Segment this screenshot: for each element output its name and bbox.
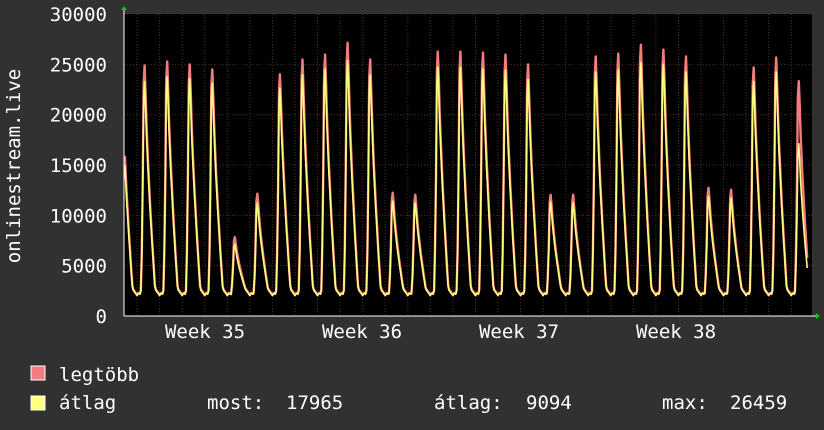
y-tick-label: 10000 <box>50 205 107 227</box>
y-axis-title: onlinestream.live <box>3 69 25 263</box>
stat-current-label: most: <box>207 392 264 414</box>
stat-avg-label: átlag: <box>434 392 503 414</box>
x-tick-label: Week 36 <box>322 321 402 343</box>
x-axis-arrow <box>816 313 820 319</box>
legend-label-max: legtöbb <box>59 364 139 386</box>
y-tick-label: 30000 <box>50 4 107 26</box>
y-tick-labels: 0 5000 10000 15000 20000 25000 30000 <box>50 4 107 328</box>
stat-max-label: max: <box>662 392 708 414</box>
y-tick-label: 0 <box>96 306 107 328</box>
legend-swatch-max <box>30 365 46 381</box>
y-tick-label: 25000 <box>50 54 107 76</box>
stat-current-value: 17965 <box>286 392 343 414</box>
legend-swatch-avg <box>30 395 46 411</box>
x-tick-label: Week 35 <box>165 321 245 343</box>
legend-label-avg: átlag <box>59 392 116 414</box>
x-tick-label: Week 37 <box>479 321 559 343</box>
chart: 050001000015000200002500030000 Week 35 We… <box>3 4 820 414</box>
stat-max-value: 26459 <box>730 392 787 414</box>
y-tick-label: 5000 <box>61 256 107 278</box>
y-tick-label: 20000 <box>50 105 107 127</box>
stat-avg-value: 9094 <box>526 392 572 414</box>
x-tick-labels: Week 35 Week 36 Week 37 Week 38 <box>165 321 716 343</box>
y-axis-arrow <box>121 6 127 10</box>
y-tick-label: 15000 <box>50 155 107 177</box>
x-tick-label: Week 38 <box>636 321 716 343</box>
